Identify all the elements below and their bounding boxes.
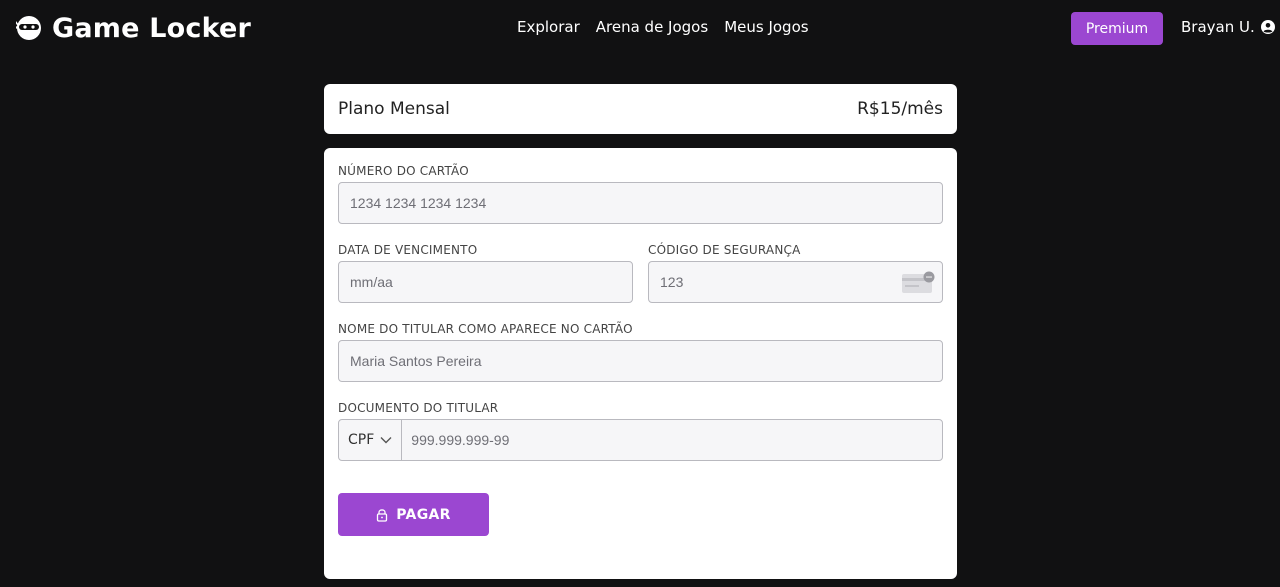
brand-logo[interactable]: Game Locker	[16, 12, 251, 44]
document-number-input[interactable]	[402, 420, 942, 460]
document-type-value: CPF	[348, 432, 375, 448]
expiry-label: DATA DE VENCIMENTO	[338, 243, 478, 257]
cvv-field	[648, 261, 943, 303]
pay-button-label: PAGAR	[396, 506, 451, 523]
card-number-input[interactable]	[339, 183, 942, 223]
plan-summary-card: Plano Mensal R$15/mês	[324, 84, 957, 134]
payment-form: NÚMERO DO CARTÃO DATA DE VENCIMENTO CÓDI…	[324, 148, 957, 579]
user-name: Brayan U.	[1181, 18, 1255, 36]
ninja-mask-icon	[16, 16, 41, 40]
pay-button[interactable]: PAGAR	[338, 493, 489, 536]
chevron-down-icon	[380, 437, 392, 444]
lock-icon	[377, 508, 388, 522]
document-label: DOCUMENTO DO TITULAR	[338, 401, 499, 415]
holder-name-input[interactable]	[339, 341, 942, 381]
top-header: Game Locker Explorar Arena de Jogos Meus…	[0, 0, 1280, 56]
user-circle-icon	[1260, 20, 1275, 34]
cvv-input[interactable]	[649, 262, 942, 302]
card-number-label: NÚMERO DO CARTÃO	[338, 164, 469, 178]
nav-link-explorar[interactable]: Explorar	[517, 18, 580, 36]
user-menu[interactable]: Brayan U.	[1181, 18, 1275, 36]
credit-card-icon	[902, 271, 935, 293]
nav-link-meus-jogos[interactable]: Meus Jogos	[724, 18, 808, 36]
plan-name: Plano Mensal	[338, 99, 450, 119]
holder-name-field	[338, 340, 943, 382]
holder-name-label: NOME DO TITULAR COMO APARECE NO CARTÃO	[338, 322, 633, 336]
document-field: CPF	[338, 419, 943, 461]
main-nav: Explorar Arena de Jogos Meus Jogos	[517, 18, 809, 36]
expiry-field	[338, 261, 633, 303]
plan-price: R$15/mês	[857, 99, 943, 119]
premium-button[interactable]: Premium	[1071, 12, 1163, 45]
card-number-field	[338, 182, 943, 224]
cvv-label: CÓDIGO DE SEGURANÇA	[648, 243, 801, 257]
nav-link-arena-de-jogos[interactable]: Arena de Jogos	[596, 18, 708, 36]
document-type-select[interactable]: CPF	[339, 420, 403, 460]
brand-name: Game Locker	[52, 12, 252, 44]
expiry-input[interactable]	[339, 262, 632, 302]
